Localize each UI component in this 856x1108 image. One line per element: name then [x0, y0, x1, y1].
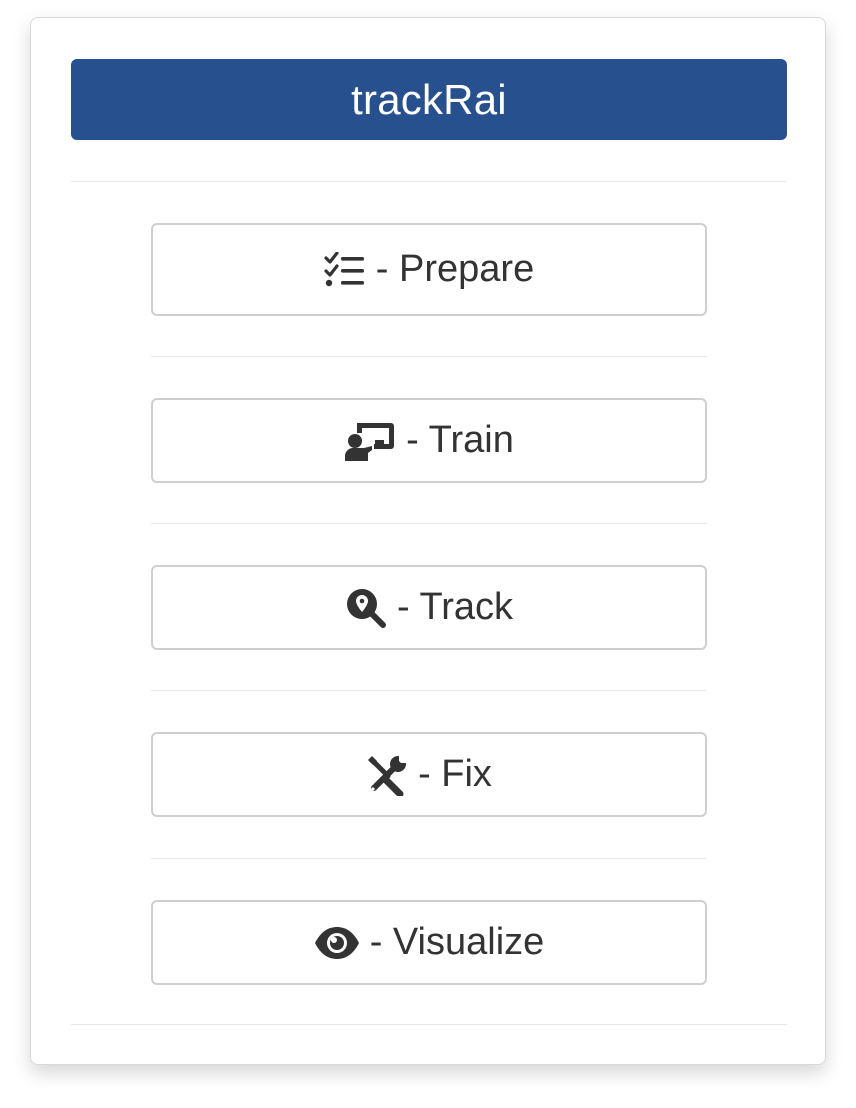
visualize-label: - Visualize	[369, 921, 545, 963]
track-label: - Track	[396, 586, 514, 628]
fix-label: - Fix	[418, 753, 492, 795]
visualize-button[interactable]: - Visualize	[151, 900, 707, 985]
prepare-label: - Prepare	[375, 248, 535, 290]
menu-card: trackRai - Prepare - Train - Track - Fix…	[30, 17, 826, 1065]
divider	[151, 858, 707, 859]
teacher-icon	[344, 421, 396, 461]
divider	[151, 690, 707, 691]
eye-icon	[314, 926, 360, 960]
divider	[151, 356, 707, 357]
train-label: - Train	[406, 419, 514, 461]
divider	[71, 1024, 787, 1025]
divider	[151, 523, 707, 524]
tools-icon	[366, 754, 408, 796]
search-location-icon	[345, 587, 387, 629]
track-button[interactable]: - Track	[151, 565, 707, 650]
divider	[71, 181, 787, 182]
checklist-icon	[324, 251, 366, 288]
prepare-button[interactable]: - Prepare	[151, 223, 707, 316]
train-button[interactable]: - Train	[151, 398, 707, 483]
app-title-bar: trackRai	[71, 59, 787, 140]
fix-button[interactable]: - Fix	[151, 732, 707, 817]
app-title: trackRai	[351, 75, 507, 123]
